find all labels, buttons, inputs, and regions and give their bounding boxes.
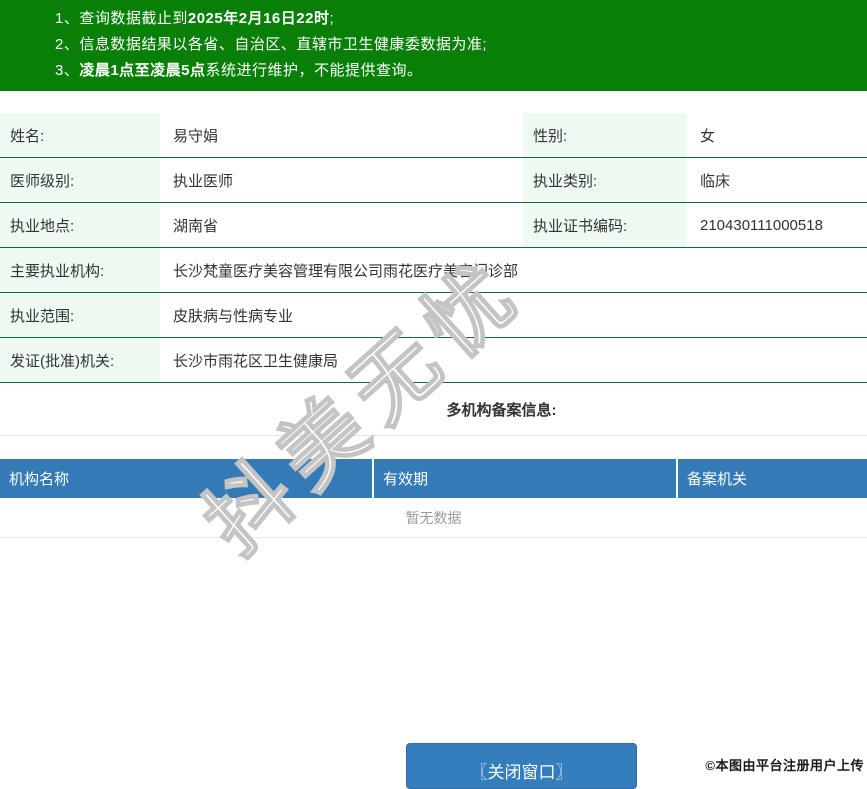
column-header-validity-period: 有效期 xyxy=(374,459,676,498)
issuing-authority-value: 长沙市雨花区卫生健康局 xyxy=(160,338,867,382)
notice-line-3: 3、凌晨1点至凌晨5点系统进行维护，不能提供查询。 xyxy=(55,62,423,79)
notice-banner: 1、查询数据截止到2025年2月16日22时; 2、信息数据结果以各省、自治区、… xyxy=(0,0,867,91)
info-row-main-institution: 主要执业机构: 长沙梵童医疗美容管理有限公司雨花医疗美容门诊部 xyxy=(0,248,867,293)
close-window-button[interactable]: 〖关闭窗口〗 xyxy=(406,743,637,789)
section-title: 多机构备案信息: xyxy=(446,401,557,419)
record-table-header: 机构名称 有效期 备案机关 xyxy=(0,459,867,498)
practice-scope-value: 皮肤病与性病专业 xyxy=(160,293,867,337)
practitioner-info-table: 姓名: 易守娟 性别: 女 医师级别: 执业医师 执业类别: 临床 执业地点: … xyxy=(0,113,867,383)
multi-institution-section-header: 多机构备案信息: xyxy=(0,383,867,436)
name-label: 姓名: xyxy=(0,113,160,157)
notice-line-1: 1、查询数据截止到2025年2月16日22时; xyxy=(55,10,335,27)
credit-watermark: ©本图由平台注册用户上传 xyxy=(705,758,864,773)
notice-line-2: 2、信息数据结果以各省、自治区、直辖市卫生健康委数据为准; xyxy=(55,36,488,53)
main-institution-label: 主要执业机构: xyxy=(0,248,160,292)
info-row-location-certno: 执业地点: 湖南省 执业证书编码: 210430111000518 xyxy=(0,203,867,248)
doctor-level-label: 医师级别: xyxy=(0,158,160,202)
column-header-record-authority: 备案机关 xyxy=(678,459,867,498)
info-row-practice-scope: 执业范围: 皮肤病与性病专业 xyxy=(0,293,867,338)
practice-scope-label: 执业范围: xyxy=(0,293,160,337)
info-row-name-gender: 姓名: 易守娟 性别: 女 xyxy=(0,113,867,158)
gender-label: 性别: xyxy=(523,113,687,157)
gender-value: 女 xyxy=(687,113,867,157)
main-institution-value: 长沙梵童医疗美容管理有限公司雨花医疗美容门诊部 xyxy=(160,248,867,292)
info-row-issuing-authority: 发证(批准)机关: 长沙市雨花区卫生健康局 xyxy=(0,338,867,383)
certificate-no-label: 执业证书编码: xyxy=(523,203,687,247)
name-value: 易守娟 xyxy=(160,113,523,157)
certificate-no-value: 210430111000518 xyxy=(687,203,867,247)
doctor-level-value: 执业医师 xyxy=(160,158,523,202)
issuing-authority-label: 发证(批准)机关: xyxy=(0,338,160,382)
practice-location-value: 湖南省 xyxy=(160,203,523,247)
record-table: 机构名称 有效期 备案机关 暂无数据 xyxy=(0,459,867,538)
practice-category-label: 执业类别: xyxy=(523,158,687,202)
empty-data-row: 暂无数据 xyxy=(0,498,867,538)
practice-location-label: 执业地点: xyxy=(0,203,160,247)
column-header-institution-name: 机构名称 xyxy=(0,459,372,498)
info-row-level-category: 医师级别: 执业医师 执业类别: 临床 xyxy=(0,158,867,203)
practice-category-value: 临床 xyxy=(687,158,867,202)
